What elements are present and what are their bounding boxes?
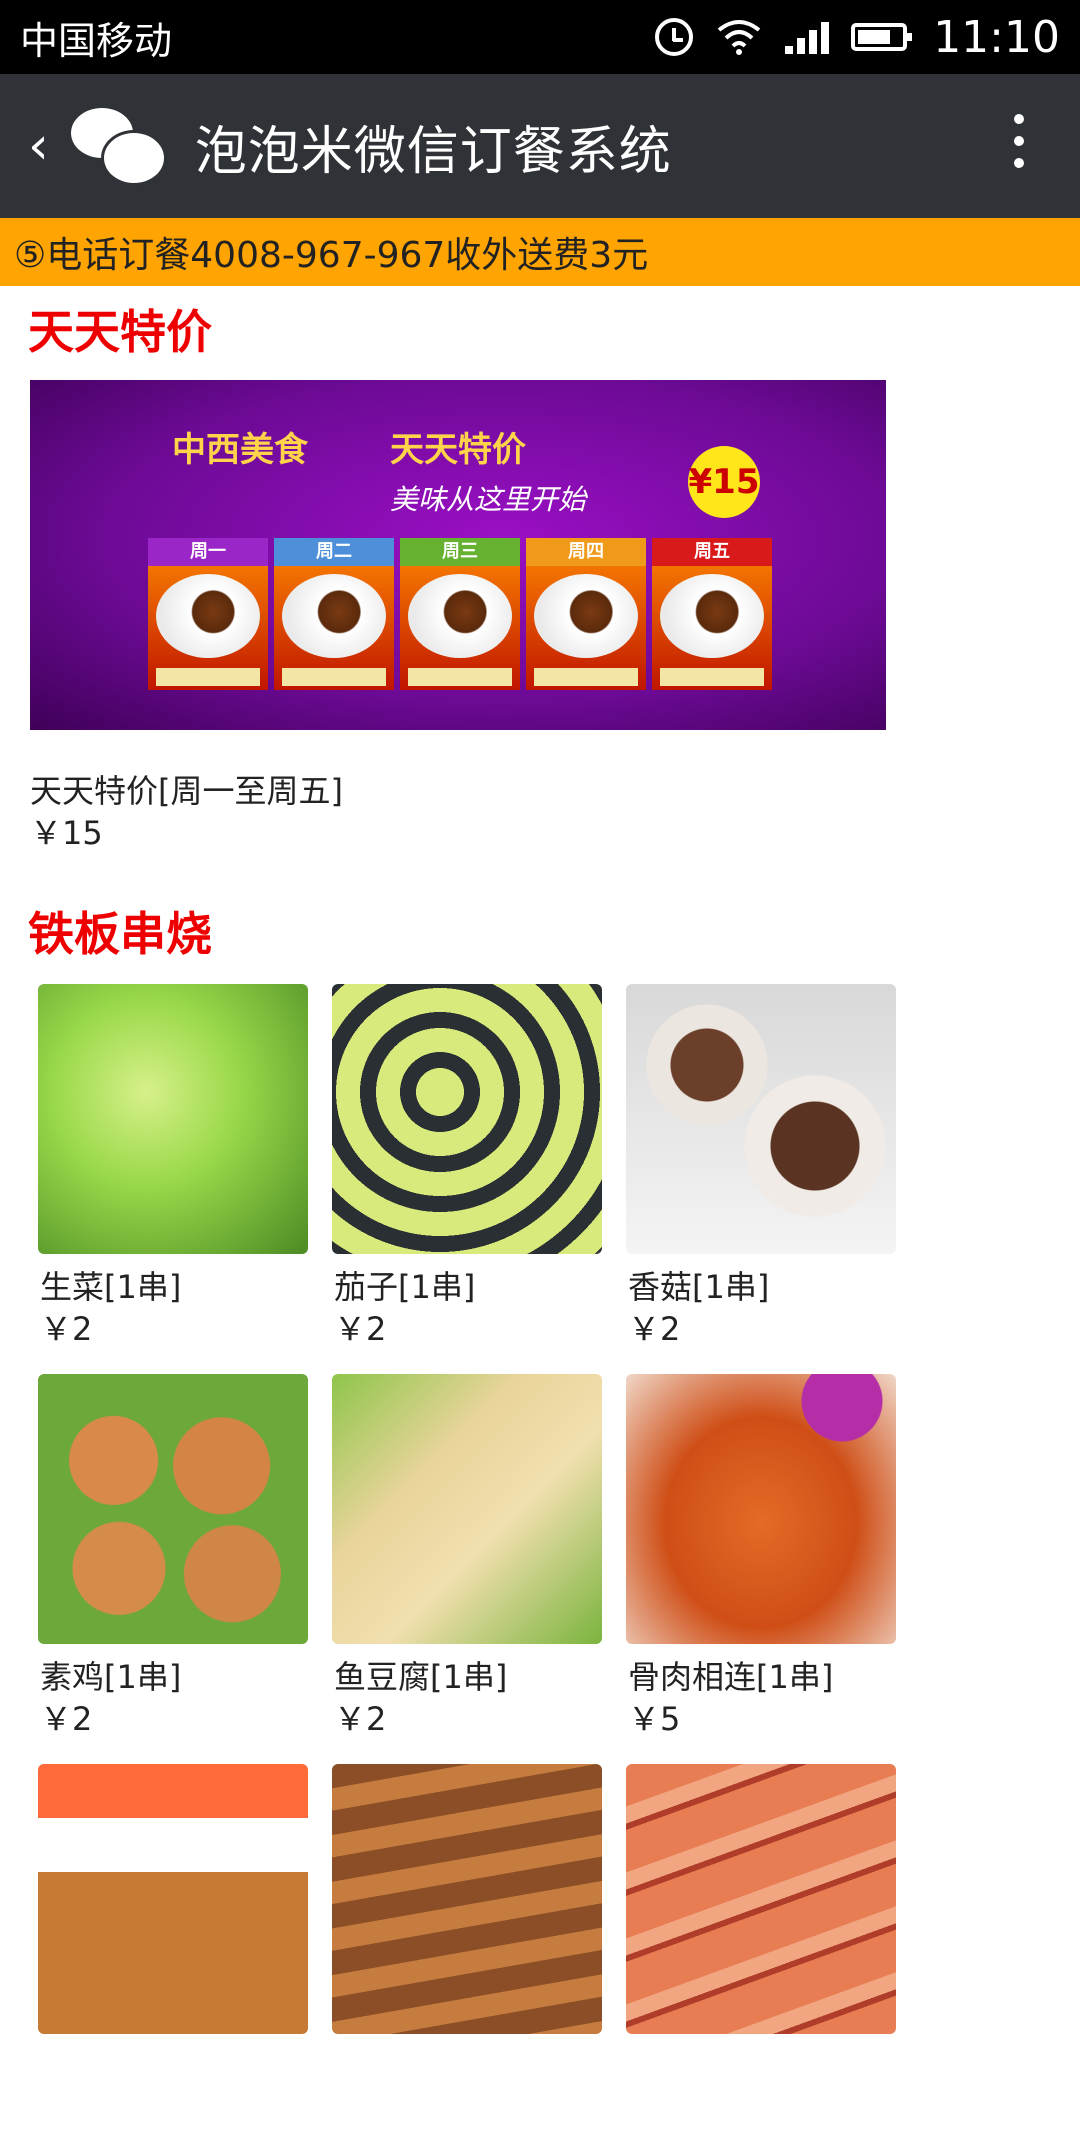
banner-day-label: 周四 [526,538,646,566]
back-button[interactable]: ‹ [28,116,49,176]
page-title: 泡泡米微信订餐系统 [194,121,672,182]
banner-day-card: 周三 [400,538,520,690]
item-name: 生菜[1串] [40,1268,182,1306]
more-menu-icon[interactable] [1014,114,1024,168]
banner-day-list: 周一 周二 周三 周四 周五 [148,538,772,690]
section-title-specials: 天天特价 [28,305,212,359]
order-notice: ⑤电话订餐4008-967-967收外送费3元 [0,218,1080,286]
item-name: 素鸡[1串] [40,1658,182,1696]
banner-day-label: 周二 [274,538,394,566]
product-grid: 生菜[1串] ￥2 茄子[1串] ￥2 香菇[1串] ￥2 素鸡[1串] ￥2 … [38,984,1080,2154]
banner-day-label: 周五 [652,538,772,566]
item-name: 天天特价[周一至周五] [30,772,343,810]
product-card[interactable] [38,1764,308,2154]
item-name: 茄子[1串] [334,1268,476,1306]
product-card[interactable]: 茄子[1串] ￥2 [332,984,602,1374]
banner-subtitle: 美味从这里开始 [390,483,587,516]
banner-day-card: 周四 [526,538,646,690]
carrier-label: 中国移动 [20,18,173,63]
product-photo-grilled-meat[interactable] [332,1764,602,2034]
product-photo-fish-tofu[interactable] [332,1374,602,1644]
banner-day-card: 周二 [274,538,394,690]
status-bar: 中国移动 11:10 [0,0,1080,74]
wechat-logo-icon [70,104,167,188]
banner-day-card: 周一 [148,538,268,690]
signal-icon [785,20,830,54]
banner-heading-right: 天天特价 [390,430,526,470]
alarm-icon [655,18,694,56]
product-photo-vegetarian-chicken[interactable] [38,1374,308,1644]
product-photo-lettuce[interactable] [38,984,308,1254]
list-item[interactable]: 天天特价[周一至周五] ￥15 [30,770,1080,854]
product-photo-sausage[interactable] [626,1764,896,2034]
special-banner-image[interactable]: 中西美食 天天特价 美味从这里开始 ¥15 周一 周二 周三 周四 周五 [30,380,886,730]
app-bar: ‹ 泡泡米微信订餐系统 [0,74,1080,218]
product-card[interactable] [332,1764,602,2154]
product-photo-grilled-fish[interactable] [38,1764,308,2034]
item-price: ￥15 [30,814,103,852]
banner-day-label: 周三 [400,538,520,566]
item-price: ￥5 [628,1700,681,1738]
wifi-icon [717,20,761,55]
item-name: 骨肉相连[1串] [628,1658,834,1696]
clock: 11:10 [933,11,1060,63]
item-price: ￥2 [40,1310,93,1348]
product-card[interactable]: 鱼豆腐[1串] ￥2 [332,1374,602,1764]
banner-day-card: 周五 [652,538,772,690]
item-name: 鱼豆腐[1串] [334,1658,508,1696]
product-card[interactable]: 生菜[1串] ￥2 [38,984,308,1374]
item-price: ￥2 [628,1310,681,1348]
item-name: 香菇[1串] [628,1268,770,1306]
product-card[interactable]: 骨肉相连[1串] ￥5 [626,1374,896,1764]
status-icons: 11:10 [655,12,1060,63]
product-photo-chicken-cartilage[interactable] [626,1374,896,1644]
item-price: ￥2 [334,1700,387,1738]
battery-icon [851,23,913,51]
banner-price-badge: ¥15 [688,446,760,518]
item-price: ￥2 [40,1700,93,1738]
banner-day-label: 周一 [148,538,268,566]
section-title-skewers: 铁板串烧 [28,907,212,961]
product-card[interactable]: 素鸡[1串] ￥2 [38,1374,308,1764]
product-photo-mushroom[interactable] [626,984,896,1254]
product-card[interactable]: 香菇[1串] ￥2 [626,984,896,1374]
product-photo-eggplant[interactable] [332,984,602,1254]
product-card[interactable] [626,1764,896,2154]
item-price: ￥2 [334,1310,387,1348]
banner-heading-left: 中西美食 [172,430,308,470]
